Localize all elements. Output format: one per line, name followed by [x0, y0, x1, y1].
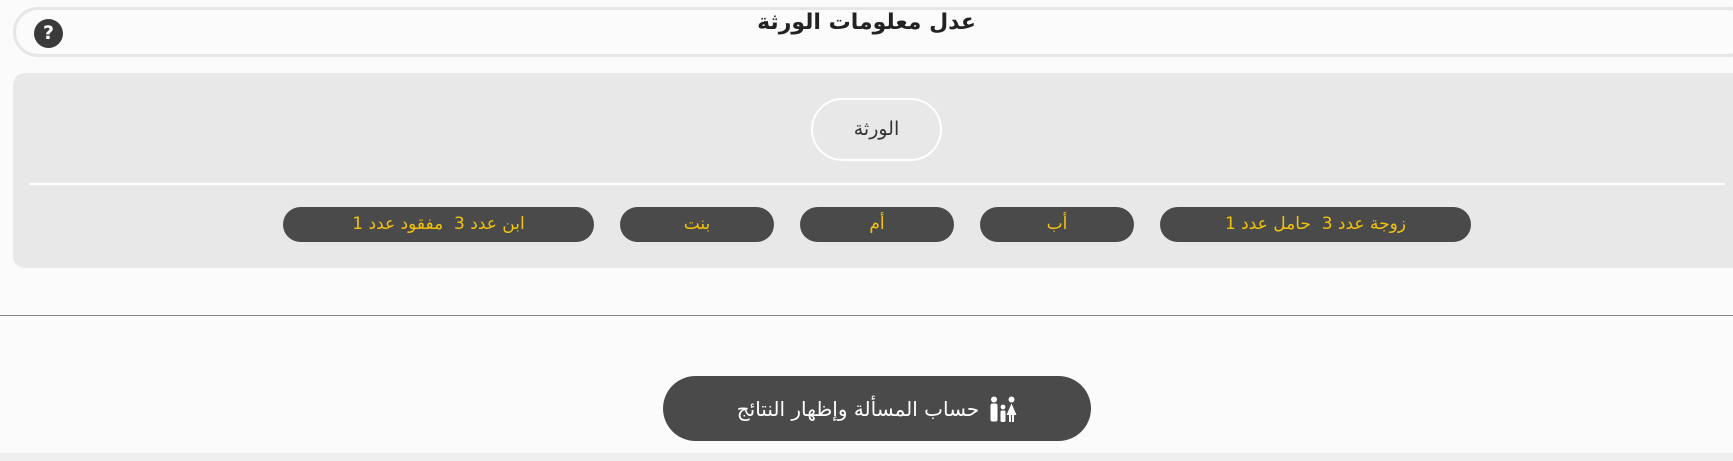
panel-divider: [29, 183, 1725, 185]
heir-chip-wife[interactable]: زوجة عدد 3 حامل عدد 1: [1160, 207, 1471, 242]
help-button[interactable]: ?: [34, 19, 63, 48]
page-title: عدل معلومات الورثة: [757, 10, 976, 35]
question-mark-icon: ?: [42, 22, 55, 44]
heir-chip-daughter[interactable]: بنت: [620, 207, 774, 242]
heir-chip-father[interactable]: أب: [980, 207, 1134, 242]
family-icon: [990, 396, 1017, 422]
calculate-results-button[interactable]: حساب المسألة وإظهار النتائج: [663, 376, 1091, 441]
calculate-label: حساب المسألة وإظهار النتائج: [736, 396, 980, 421]
heirs-header: الورثة: [811, 98, 942, 161]
section-divider: [0, 315, 1733, 316]
bottom-strip: [0, 453, 1733, 461]
heir-chip-son[interactable]: ابن عدد 3 مفقود عدد 1: [283, 207, 594, 242]
heir-chip-mother[interactable]: أم: [800, 207, 954, 242]
